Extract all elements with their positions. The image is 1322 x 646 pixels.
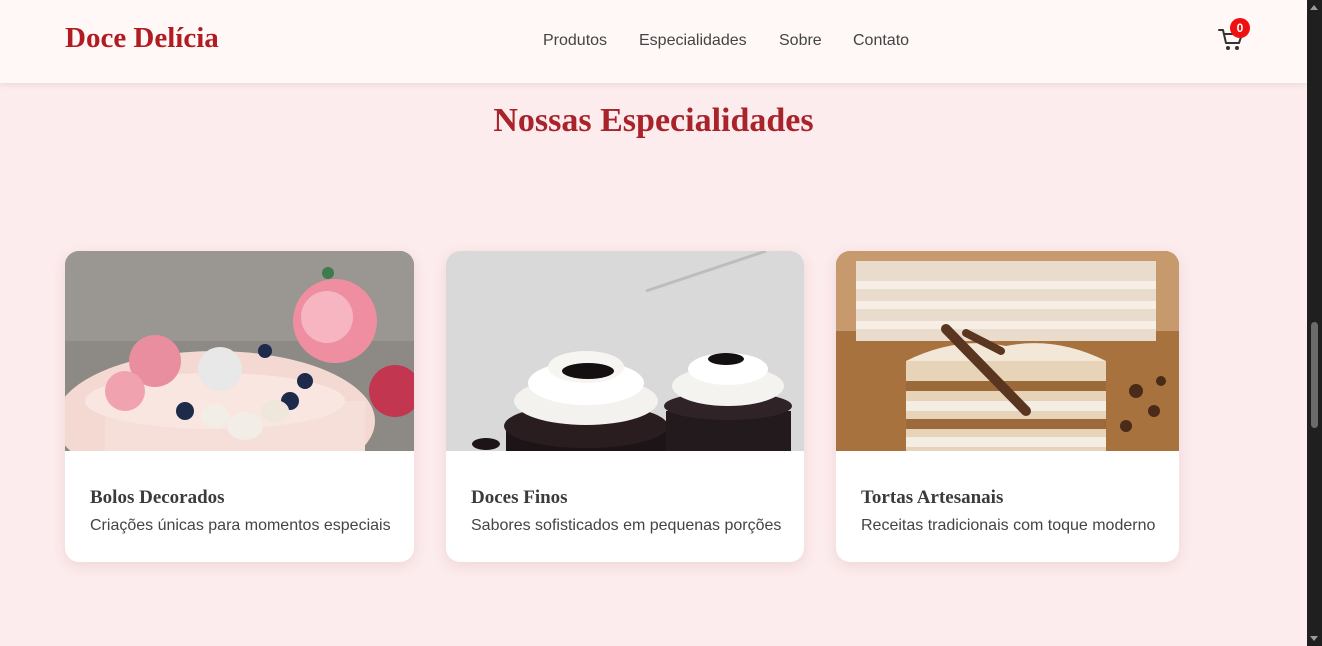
vertical-scrollbar[interactable] bbox=[1307, 0, 1322, 646]
card-description: Receitas tradicionais com toque moderno bbox=[861, 517, 1156, 534]
nav-link-contato[interactable]: Contato bbox=[853, 32, 909, 50]
decorated-cake-image bbox=[65, 251, 414, 451]
specialty-card-bolos[interactable]: Bolos Decorados Criações únicas para mom… bbox=[65, 251, 414, 562]
card-description: Sabores sofisticados em pequenas porções bbox=[471, 517, 782, 534]
scrollbar-thumb[interactable] bbox=[1311, 322, 1318, 428]
card-title: Doces Finos bbox=[471, 487, 568, 508]
cart-count-badge: 0 bbox=[1230, 18, 1250, 38]
section-title: Nossas Especialidades bbox=[493, 102, 814, 139]
card-description: Criações únicas para momentos especiais bbox=[90, 517, 391, 534]
scroll-down-arrow-icon[interactable] bbox=[1310, 636, 1318, 641]
specialty-card-tortas[interactable]: Tortas Artesanais Receitas tradicionais … bbox=[836, 251, 1179, 562]
cupcakes-image bbox=[446, 251, 804, 451]
site-logo[interactable]: Doce Delícia bbox=[65, 22, 219, 55]
nav-link-especialidades[interactable]: Especialidades bbox=[639, 32, 747, 50]
page: Doce Delícia Produtos Especialidades Sob… bbox=[0, 0, 1307, 646]
nav-link-sobre[interactable]: Sobre bbox=[779, 32, 822, 50]
card-title: Tortas Artesanais bbox=[861, 487, 1004, 508]
scroll-up-arrow-icon[interactable] bbox=[1310, 5, 1318, 10]
layered-torte-image bbox=[836, 251, 1179, 451]
site-header: Doce Delícia Produtos Especialidades Sob… bbox=[0, 0, 1307, 83]
nav-link-produtos[interactable]: Produtos bbox=[543, 32, 607, 50]
specialty-card-doces[interactable]: Doces Finos Sabores sofisticados em pequ… bbox=[446, 251, 804, 562]
card-title: Bolos Decorados bbox=[90, 487, 225, 508]
